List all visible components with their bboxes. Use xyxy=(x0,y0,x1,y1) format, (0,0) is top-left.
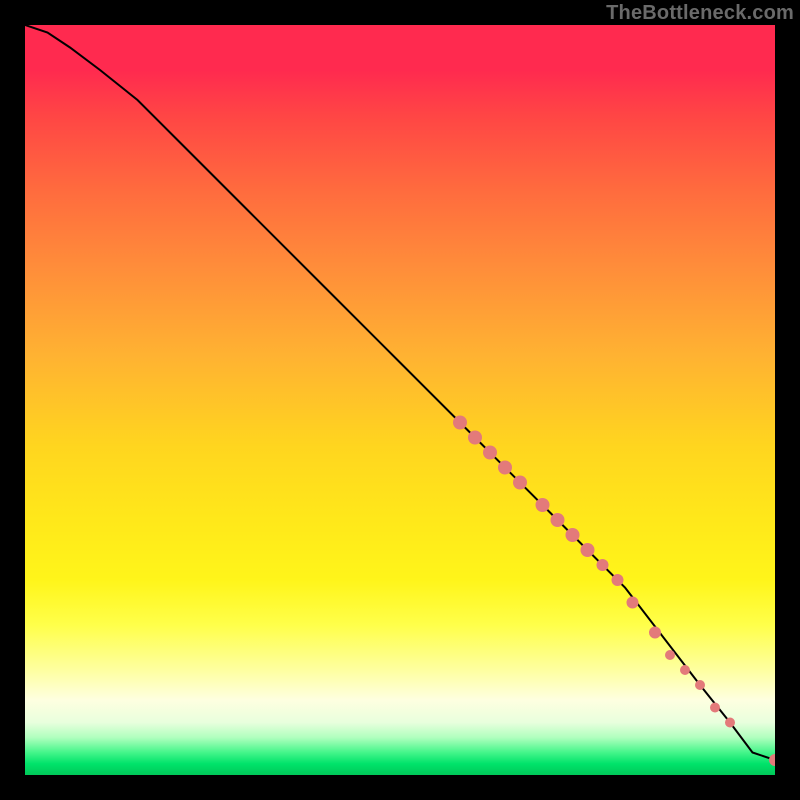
chart-stage: TheBottleneck.com xyxy=(0,0,800,800)
watermark-text: TheBottleneck.com xyxy=(606,2,794,25)
curve-marker xyxy=(665,650,675,660)
curve-marker xyxy=(581,543,595,557)
curve-markers xyxy=(453,416,775,767)
curve-marker xyxy=(551,513,565,527)
curve-marker xyxy=(483,446,497,460)
curve-marker xyxy=(627,597,639,609)
curve-marker xyxy=(453,416,467,430)
chart-svg xyxy=(25,25,775,775)
curve-marker xyxy=(649,627,661,639)
curve-marker xyxy=(695,680,705,690)
curve-marker xyxy=(498,461,512,475)
curve-marker xyxy=(769,754,775,766)
curve-marker xyxy=(680,665,690,675)
curve-marker xyxy=(566,528,580,542)
curve-marker xyxy=(710,703,720,713)
curve-marker xyxy=(536,498,550,512)
curve-marker xyxy=(513,476,527,490)
curve-marker xyxy=(597,559,609,571)
curve-marker xyxy=(612,574,624,586)
plot-area xyxy=(25,25,775,775)
curve-marker xyxy=(725,718,735,728)
curve-line xyxy=(25,25,775,760)
curve-marker xyxy=(468,431,482,445)
